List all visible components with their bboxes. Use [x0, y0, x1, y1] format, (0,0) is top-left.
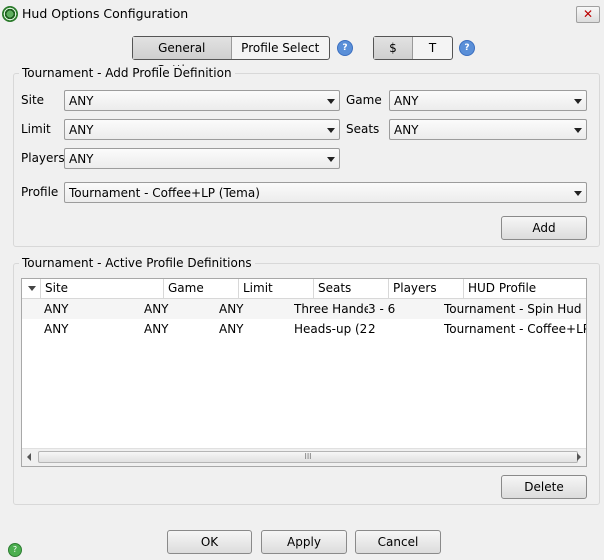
- cell-hud-profile: Tournament - Coffee+LP (T: [444, 322, 586, 336]
- table-row[interactable]: ANY ANY ANY Three Handec 3 - 6 Tournamen…: [22, 299, 586, 319]
- game-select-value: ANY: [394, 94, 419, 108]
- table-row[interactable]: ANY ANY ANY Heads-up (2) 2 Tournament - …: [22, 319, 586, 339]
- players-select[interactable]: ANY: [64, 148, 340, 169]
- table-header: Site Game Limit Seats Players HUD Profil…: [22, 279, 586, 299]
- cell-limit: ANY: [219, 302, 244, 316]
- chevron-down-icon: [574, 128, 582, 133]
- cell-game: ANY: [144, 302, 169, 316]
- window-title: Hud Options Configuration: [22, 6, 189, 21]
- apply-button[interactable]: Apply: [261, 530, 347, 554]
- game-type-toggle: $ T: [373, 36, 453, 60]
- site-select[interactable]: ANY: [64, 90, 340, 111]
- players-label: Players: [21, 151, 65, 165]
- chevron-down-icon: [327, 99, 335, 104]
- seats-label: Seats: [346, 122, 380, 136]
- cash-toggle-button[interactable]: $: [374, 37, 413, 59]
- game-select[interactable]: ANY: [389, 90, 587, 111]
- tab-general-settings[interactable]: General Settings: [133, 37, 232, 77]
- chevron-down-icon: [327, 157, 335, 162]
- column-header-site[interactable]: Site: [40, 279, 163, 298]
- cell-seats: Three Handec: [294, 302, 368, 316]
- add-button[interactable]: Add: [501, 216, 587, 240]
- ok-button[interactable]: OK: [167, 530, 252, 554]
- add-profile-group-title: Tournament - Add Profile Definition: [19, 66, 235, 80]
- site-label: Site: [21, 93, 45, 107]
- scroll-left-arrow-icon[interactable]: [27, 453, 31, 461]
- sort-indicator-icon[interactable]: [28, 286, 36, 291]
- chevron-down-icon: [574, 191, 582, 196]
- column-header-limit[interactable]: Limit: [238, 279, 313, 298]
- horizontal-scrollbar[interactable]: III: [22, 448, 586, 466]
- limit-label: Limit: [21, 122, 51, 136]
- profile-select-value: Tournament - Coffee+LP (Tema): [69, 186, 260, 200]
- cell-seats: Heads-up (2): [294, 322, 368, 336]
- column-header-hud-profile[interactable]: HUD Profile: [463, 279, 587, 298]
- app-logo-icon: [2, 6, 18, 22]
- profile-label: Profile: [21, 185, 59, 199]
- tab-profile-select[interactable]: Profile Select: [232, 37, 330, 59]
- cell-limit: ANY: [219, 322, 244, 336]
- close-button[interactable]: ✕: [576, 6, 600, 23]
- cancel-button[interactable]: Cancel: [355, 530, 441, 554]
- cell-players: 2: [368, 322, 376, 336]
- column-header-players[interactable]: Players: [388, 279, 463, 298]
- chevron-down-icon: [574, 99, 582, 104]
- cell-hud-profile: Tournament - Spin Hud (O: [444, 302, 586, 316]
- seats-select[interactable]: ANY: [389, 119, 587, 140]
- site-select-value: ANY: [69, 94, 94, 108]
- limit-select[interactable]: ANY: [64, 119, 340, 140]
- cell-players: 3 - 6: [368, 302, 396, 316]
- seats-select-value: ANY: [394, 123, 419, 137]
- status-help-icon[interactable]: ?: [8, 543, 22, 557]
- help-icon[interactable]: ?: [337, 40, 353, 56]
- column-header-game[interactable]: Game: [163, 279, 238, 298]
- tournament-toggle-button[interactable]: T: [413, 37, 452, 59]
- profile-select[interactable]: Tournament - Coffee+LP (Tema): [64, 182, 587, 203]
- scrollbar-thumb[interactable]: III: [38, 451, 578, 463]
- chevron-down-icon: [327, 128, 335, 133]
- settings-tab-group: General Settings Profile Select: [132, 36, 330, 77]
- profile-definitions-table: Site Game Limit Seats Players HUD Profil…: [21, 278, 587, 467]
- cell-game: ANY: [144, 322, 169, 336]
- game-label: Game: [346, 93, 382, 107]
- delete-button[interactable]: Delete: [501, 475, 587, 499]
- scroll-right-arrow-icon[interactable]: [577, 453, 581, 461]
- column-header-seats[interactable]: Seats: [313, 279, 388, 298]
- limit-select-value: ANY: [69, 123, 94, 137]
- players-select-value: ANY: [69, 152, 94, 166]
- active-profiles-group-title: Tournament - Active Profile Definitions: [19, 256, 255, 270]
- help-icon[interactable]: ?: [459, 40, 475, 56]
